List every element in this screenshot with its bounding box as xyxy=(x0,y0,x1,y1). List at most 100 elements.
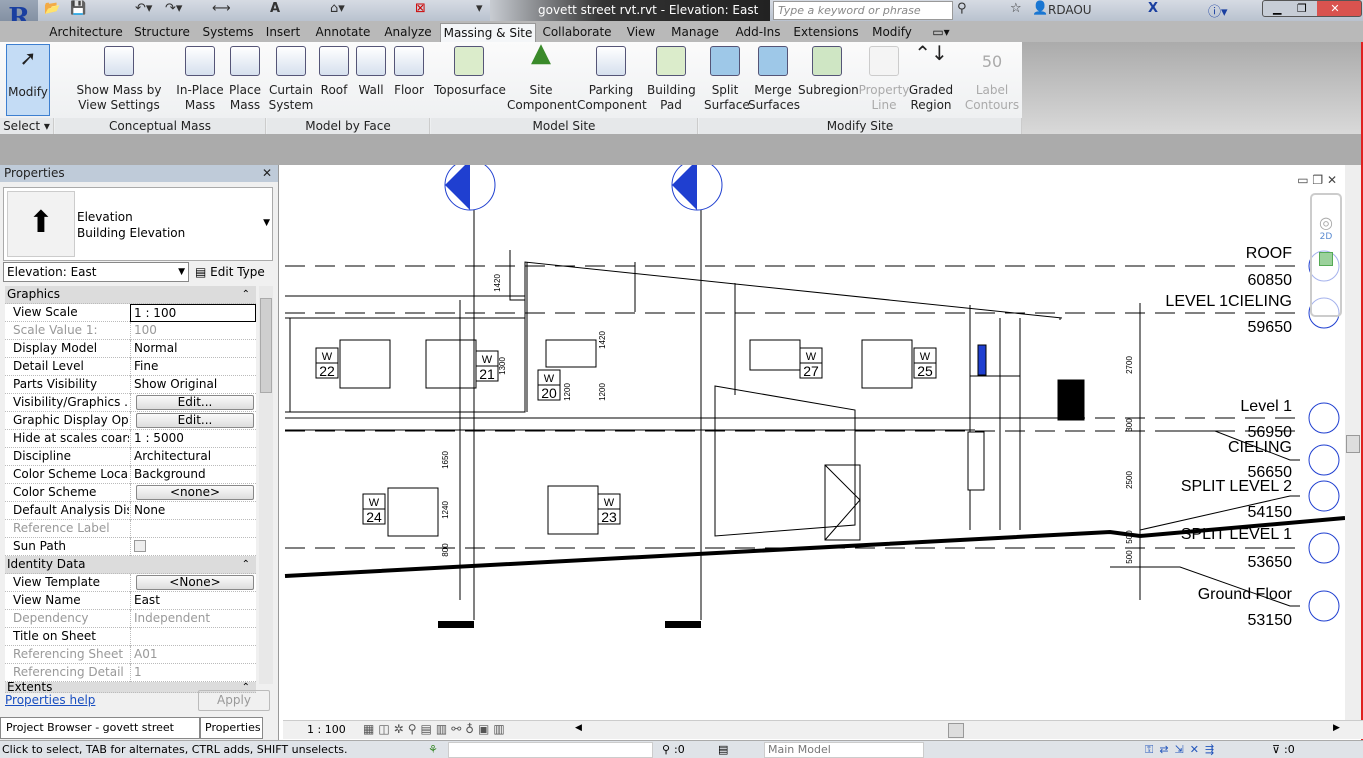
undo-icon[interactable]: ↶▾ xyxy=(135,1,152,19)
dimension-text[interactable]: 2500 xyxy=(1125,471,1134,489)
level-head-circle[interactable] xyxy=(1308,480,1340,512)
tab-annotate[interactable]: Annotate xyxy=(310,23,376,42)
label-contours-button[interactable]: 50 Label Contours xyxy=(964,46,1020,113)
tab-structure[interactable]: Structure xyxy=(131,23,193,42)
tab-manage[interactable]: Manage xyxy=(666,23,724,42)
dimension-text[interactable]: 1650 xyxy=(441,451,450,469)
workset-dropdown[interactable] xyxy=(448,742,653,758)
level-name[interactable]: Ground Floor xyxy=(1198,586,1293,603)
close-icon[interactable]: ✕ xyxy=(1330,2,1339,15)
floor-by-face-button[interactable]: Floor xyxy=(390,46,428,98)
scrollbar-thumb[interactable] xyxy=(260,298,272,393)
level-name[interactable]: ROOF xyxy=(1246,245,1292,262)
level-head-circle[interactable] xyxy=(1308,402,1340,434)
place-mass-button[interactable]: Place Mass xyxy=(226,46,264,113)
level-name[interactable]: SPLIT LEVEL 2 xyxy=(1181,478,1292,495)
level-head-circle[interactable] xyxy=(1308,590,1340,622)
edit-type-button[interactable]: ▤ Edit Type xyxy=(195,263,265,281)
search-input[interactable]: Type a keyword or phrase xyxy=(773,1,953,20)
navigation-bar[interactable]: ◎ 2D xyxy=(1310,193,1342,317)
level-name[interactable]: Level 1 xyxy=(1240,398,1292,415)
collapse-icon[interactable]: ⌃ xyxy=(242,556,250,573)
vertical-scrollbar[interactable] xyxy=(1345,165,1362,720)
save-icon[interactable]: 💾 xyxy=(70,1,86,19)
redo-icon[interactable]: ↷▾ xyxy=(165,1,182,19)
level-elevation[interactable]: 53150 xyxy=(1248,612,1293,629)
property-value[interactable]: 1 : 100 xyxy=(134,306,176,320)
open-icon[interactable]: 📂 xyxy=(44,1,60,19)
level-head-circle[interactable] xyxy=(1308,444,1340,476)
level-head-circle[interactable] xyxy=(1308,532,1340,564)
close-hidden-windows-icon[interactable]: ⊠ xyxy=(415,1,426,19)
selection-option-icons[interactable]: ⚿⇄⇲✕⇶ xyxy=(1145,741,1220,758)
level-name[interactable]: CIELING xyxy=(1228,439,1292,456)
level-elevation[interactable]: 53650 xyxy=(1248,554,1293,571)
horizontal-scroll-thumb[interactable] xyxy=(948,723,964,738)
view-window-controls[interactable]: ▭ ❐ ✕ xyxy=(1297,173,1337,187)
drawing-canvas[interactable]: ROOF 60850 LEVEL 1CIELING 59650 Level 1 56950… xyxy=(283,159,1346,720)
view-control-icons[interactable]: ▦◫✲⚲▤▥⚯♁▣▥ xyxy=(363,722,509,736)
apply-button[interactable]: Apply xyxy=(198,690,270,711)
level-name[interactable]: SPLIT LEVEL 1 xyxy=(1181,526,1292,543)
dimension-text[interactable]: 1420 xyxy=(493,274,502,292)
tab-properties[interactable]: Properties xyxy=(200,717,263,739)
section-graphics[interactable]: Graphics ⌃ xyxy=(5,286,256,304)
instance-filter-dropdown[interactable]: Elevation: East ▼ xyxy=(3,262,189,282)
toposurface-button[interactable]: Toposurface xyxy=(434,46,506,98)
dimension-text[interactable]: 500 xyxy=(1125,530,1134,544)
tab-collaborate[interactable]: Collaborate xyxy=(540,23,614,42)
user-name[interactable]: RDAOU xyxy=(1048,1,1092,19)
tab-systems[interactable]: Systems xyxy=(199,23,257,42)
show-mass-button[interactable]: Show Mass by View Settings xyxy=(72,46,166,113)
tab-extensions[interactable]: Extensions xyxy=(793,23,859,42)
dimension-text[interactable]: 500 xyxy=(1125,550,1134,564)
minimize-icon[interactable]: ▁ xyxy=(1273,2,1281,15)
parking-component-button[interactable]: Parking Component xyxy=(577,46,647,113)
dimension-text[interactable]: 1240 xyxy=(441,501,450,519)
property-edit-button[interactable]: <None> xyxy=(136,575,254,590)
customize-toolbar-icon[interactable]: ▾ xyxy=(476,1,483,19)
exchange-apps-icon[interactable]: X xyxy=(1148,1,1158,19)
close-icon[interactable]: ✕ xyxy=(262,165,272,181)
ribbon-minimize-icon[interactable]: ▭▾ xyxy=(930,23,952,42)
filter-icon[interactable]: ⚲ xyxy=(662,741,670,758)
level-elevation[interactable]: 60850 xyxy=(1248,272,1293,289)
worksets-icon[interactable]: ⚘ xyxy=(428,741,438,758)
favorites-star-icon[interactable]: ☆ xyxy=(1010,1,1022,19)
level-elevation[interactable]: 59650 xyxy=(1248,319,1293,336)
building-pad-button[interactable]: Building Pad xyxy=(647,46,696,113)
curtain-system-button[interactable]: Curtain System xyxy=(268,46,314,113)
type-selector[interactable]: ⬆ Elevation Building Elevation ▼ xyxy=(3,187,273,261)
measure-icon[interactable]: ⟷ xyxy=(212,1,231,19)
tab-analyze[interactable]: Analyze xyxy=(380,23,436,42)
modify-button[interactable]: ➚ Modify xyxy=(6,44,50,116)
tab-massing-site[interactable]: Massing & Site xyxy=(440,23,536,42)
split-surface-button[interactable]: Split Surface xyxy=(704,46,750,113)
panel-model-site[interactable]: Model Site xyxy=(431,118,698,134)
subregion-button[interactable]: Subregion xyxy=(798,46,859,98)
graded-region-button[interactable]: ⌃↓ Graded Region xyxy=(908,43,954,113)
dimension-text[interactable]: 1200 xyxy=(563,383,572,401)
scroll-left-icon[interactable]: ◀ xyxy=(575,723,582,733)
sun-path-checkbox[interactable] xyxy=(134,540,146,552)
site-component-button[interactable]: ▲ Site Component xyxy=(507,40,577,113)
roof-by-face-button[interactable]: Roof xyxy=(316,46,352,98)
tab-add-ins[interactable]: Add-Ins xyxy=(730,23,786,42)
property-edit-button[interactable]: Edit... xyxy=(136,413,254,428)
property-line-button[interactable]: Property Line xyxy=(858,46,910,113)
zoom-region-icon[interactable] xyxy=(1319,252,1333,266)
level-elevation[interactable]: 54150 xyxy=(1248,504,1293,521)
merge-surfaces-button[interactable]: Merge Surfaces xyxy=(748,46,800,113)
binoculars-icon[interactable]: ⚲ xyxy=(957,1,967,19)
property-edit-button[interactable]: Edit... xyxy=(136,395,254,410)
level-name[interactable]: LEVEL 1CIELING xyxy=(1165,293,1292,310)
view-scale[interactable]: 1 : 100 xyxy=(307,723,346,736)
tab-view[interactable]: View xyxy=(622,23,660,42)
dimension-text[interactable]: 2700 xyxy=(1125,356,1134,374)
properties-scrollbar[interactable] xyxy=(259,286,273,684)
design-option-dropdown[interactable]: Main Model xyxy=(764,742,924,758)
wall-by-face-button[interactable]: Wall xyxy=(354,46,388,98)
text-icon[interactable]: A xyxy=(270,1,280,19)
in-place-mass-button[interactable]: In-Place Mass xyxy=(176,46,224,113)
section-identity-data[interactable]: Identity Data ⌃ xyxy=(5,556,256,574)
